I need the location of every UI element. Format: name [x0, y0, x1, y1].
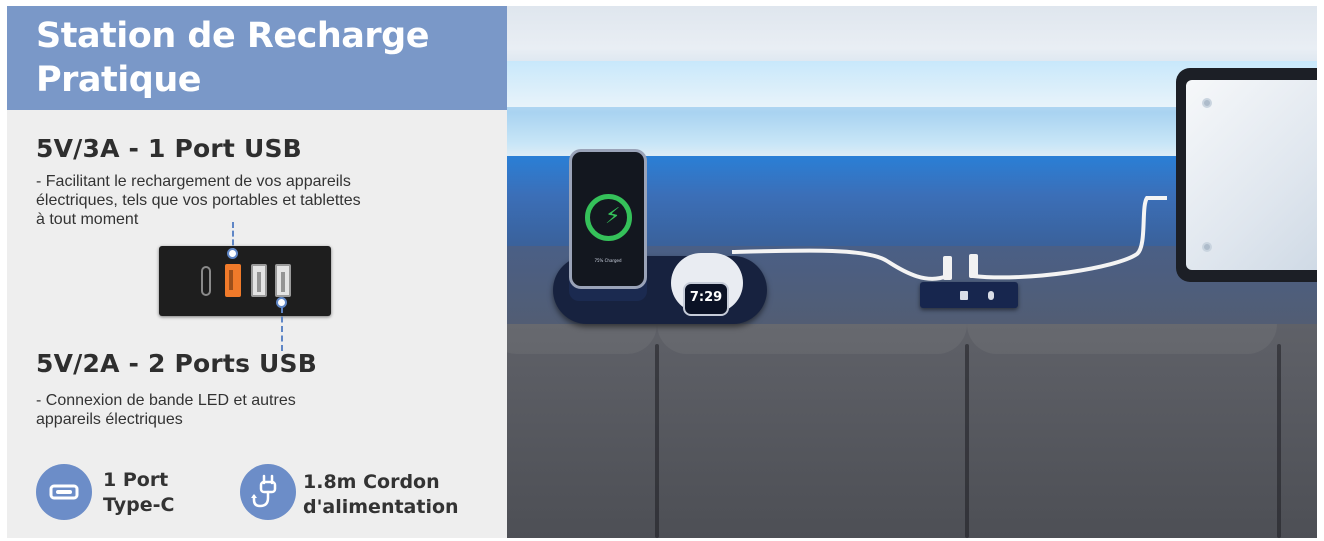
usb-2a-description: - Connexion de bande LED et autres appar…: [36, 392, 296, 428]
usb-port-1: [251, 264, 267, 297]
charging-ring: ⚡: [585, 194, 632, 241]
usb-fast-port: [225, 264, 241, 297]
usb-c-port: [201, 266, 211, 296]
smartwatch: 7:29: [683, 282, 729, 316]
smartphone: ⚡ 75% Charged: [569, 149, 647, 289]
info-panel: Station de Recharge Pratique 5V/3A - 1 P…: [7, 6, 507, 538]
hub-usb-port: [960, 291, 968, 300]
hub-usb-c-port: [988, 291, 994, 300]
usb-port-2: [275, 264, 291, 297]
tablet-screen: [1186, 80, 1317, 270]
title-banner: Station de Recharge Pratique: [7, 6, 507, 110]
feature-cord-label: 1.8m Cordon d'alimentation: [303, 471, 459, 518]
usb-plug-2: [969, 254, 978, 278]
page-title: Station de Recharge Pratique: [36, 16, 429, 100]
usb-2a-heading: 5V/2A - 2 Ports USB: [36, 349, 318, 378]
usb-c-port-icon: [36, 464, 92, 520]
charging-bolt-icon: ⚡: [605, 204, 621, 229]
headboard-usb-hub: [920, 282, 1018, 308]
power-cord-icon: [240, 464, 296, 520]
callout-line-bottom: [281, 307, 283, 351]
usb-3a-description: - Facilitant le rechargement de vos appa…: [36, 173, 361, 228]
phone-charge-status: 75% Charged: [594, 258, 622, 263]
watch-time: 7:29: [689, 290, 723, 305]
callout-dot-top: [227, 248, 238, 259]
tablet: [1176, 68, 1317, 282]
product-infographic: Station de Recharge Pratique 5V/3A - 1 P…: [7, 6, 1317, 538]
usb-3a-heading: 5V/3A - 1 Port USB: [36, 134, 302, 163]
product-photo: ⚡ 75% Charged 7:29: [507, 6, 1317, 538]
feature-type-c-label: 1 Port Type-C: [103, 469, 175, 516]
usb-plug-1: [943, 256, 952, 280]
power-strip-illustration: [159, 246, 331, 316]
